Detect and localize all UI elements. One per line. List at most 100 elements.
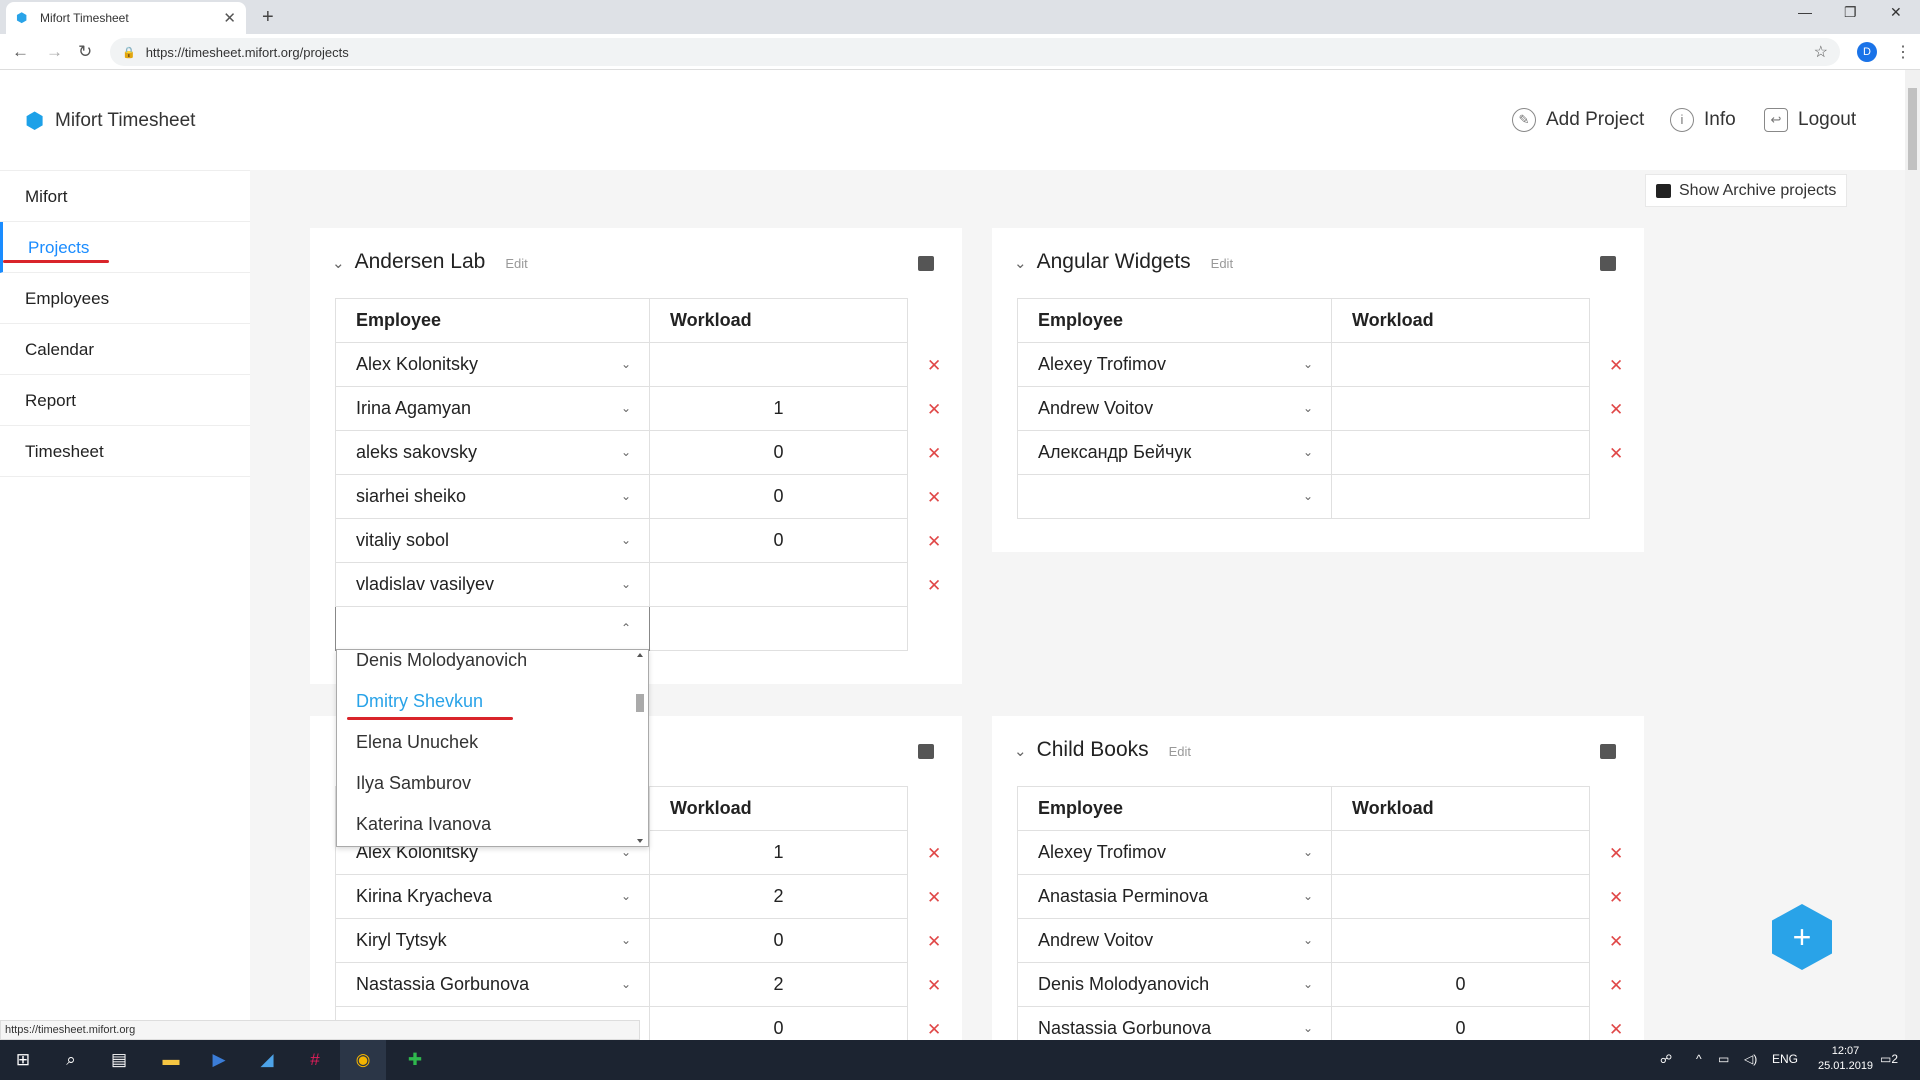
task-view-icon[interactable]: ▤	[96, 1040, 142, 1080]
dropdown-option[interactable]: Denis Molodyanovich	[337, 650, 648, 681]
archive-project-icon[interactable]	[1600, 744, 1616, 759]
remove-employee-icon[interactable]: ✕	[927, 532, 941, 552]
workload-input[interactable]: 1	[649, 386, 908, 431]
employee-select[interactable]: Kirina Kryacheva ⌄	[335, 874, 650, 919]
workload-input[interactable]: 2	[649, 874, 908, 919]
workload-input[interactable]: 0	[1331, 962, 1590, 1007]
file-explorer-icon[interactable]: ▬	[148, 1040, 194, 1080]
workload-input[interactable]	[649, 606, 908, 651]
employee-select[interactable]: Andrew Voitov ⌄	[1017, 918, 1332, 963]
dropdown-option[interactable]: Katerina Ivanova	[337, 804, 648, 845]
back-icon[interactable]: ←	[12, 42, 29, 62]
workload-input[interactable]	[1331, 474, 1590, 519]
browser-tab[interactable]: ⬢ Mifort Timesheet ✕	[6, 2, 246, 34]
new-tab-icon[interactable]: +	[262, 6, 274, 29]
remove-employee-icon[interactable]: ✕	[927, 444, 941, 464]
remove-employee-icon[interactable]: ✕	[927, 488, 941, 508]
remove-employee-icon[interactable]: ✕	[1609, 356, 1623, 376]
remove-employee-icon[interactable]: ✕	[927, 932, 941, 952]
archive-project-icon[interactable]	[1600, 256, 1616, 271]
edit-project-link[interactable]: Edit	[505, 256, 527, 271]
info-button[interactable]: i Info	[1670, 108, 1736, 132]
workload-input[interactable]: 0	[649, 430, 908, 475]
show-archive-button[interactable]: Show Archive projects	[1645, 174, 1848, 207]
dropdown-option[interactable]: Ilya Samburov	[337, 763, 648, 804]
restore-icon[interactable]: ❐	[1844, 4, 1857, 21]
employee-select-open[interactable]: ⌃	[335, 606, 650, 651]
remove-employee-icon[interactable]: ✕	[927, 576, 941, 596]
collapse-chevron-icon[interactable]: ⌄	[1014, 254, 1027, 272]
remove-employee-icon[interactable]: ✕	[1609, 444, 1623, 464]
workload-input[interactable]: 2	[649, 962, 908, 1007]
employee-select[interactable]: vitaliy sobol ⌄	[335, 518, 650, 563]
workload-input[interactable]	[1331, 342, 1590, 387]
workload-input[interactable]	[1331, 830, 1590, 875]
reload-icon[interactable]: ↻	[78, 42, 92, 62]
remove-employee-icon[interactable]: ✕	[927, 356, 941, 376]
remove-employee-icon[interactable]: ✕	[927, 400, 941, 420]
volume-icon[interactable]: ◁)	[1744, 1052, 1757, 1066]
employee-select[interactable]: Irina Agamyan ⌄	[335, 386, 650, 431]
sidebar-item-timesheet[interactable]: Timesheet	[0, 426, 250, 477]
tray-chevron-icon[interactable]: ^	[1696, 1052, 1702, 1066]
close-tab-icon[interactable]: ✕	[223, 9, 236, 27]
sidebar-item-projects[interactable]: Projects	[0, 222, 250, 273]
windows-start-icon[interactable]: ⊞	[0, 1040, 46, 1080]
workload-input[interactable]	[1331, 430, 1590, 475]
sidebar-item-calendar[interactable]: Calendar	[0, 324, 250, 375]
employee-select[interactable]: ⌄	[1017, 474, 1332, 519]
logout-button[interactable]: ↩ Logout	[1764, 108, 1856, 132]
plus-app-icon[interactable]: ✚	[392, 1040, 438, 1080]
employee-select[interactable]: Александр Бейчук ⌄	[1017, 430, 1332, 475]
employee-select[interactable]: Andrew Voitov ⌄	[1017, 386, 1332, 431]
remove-employee-icon[interactable]: ✕	[927, 1020, 941, 1040]
workload-input[interactable]: 0	[649, 918, 908, 963]
employee-select[interactable]: vladislav vasilyev ⌄	[335, 562, 650, 607]
url-bar[interactable]: 🔒 https://timesheet.mifort.org/projects …	[110, 38, 1840, 66]
remove-employee-icon[interactable]: ✕	[1609, 844, 1623, 864]
archive-project-icon[interactable]	[918, 256, 934, 271]
clock[interactable]: 12:07 25.01.2019	[1818, 1044, 1873, 1074]
edit-project-link[interactable]: Edit	[1211, 256, 1233, 271]
archive-project-icon[interactable]	[918, 744, 934, 759]
employee-select[interactable]: Nastassia Gorbunova ⌄	[335, 962, 650, 1007]
chrome-icon[interactable]: ◉	[340, 1040, 386, 1080]
employee-select[interactable]: siarhei sheiko ⌄	[335, 474, 650, 519]
browser-menu-icon[interactable]: ⋮	[1895, 42, 1911, 62]
workload-input[interactable]	[1331, 386, 1590, 431]
remove-employee-icon[interactable]: ✕	[927, 888, 941, 908]
employee-select[interactable]: Anastasia Perminova ⌄	[1017, 874, 1332, 919]
workload-input[interactable]: 0	[649, 518, 908, 563]
profile-avatar[interactable]: D	[1857, 42, 1877, 62]
remove-employee-icon[interactable]: ✕	[1609, 1020, 1623, 1040]
employee-select[interactable]: aleks sakovsky ⌄	[335, 430, 650, 475]
sidebar-item-mifort[interactable]: Mifort	[0, 171, 250, 222]
workload-input[interactable]: 1	[649, 830, 908, 875]
employee-select[interactable]: Alexey Trofimov ⌄	[1017, 342, 1332, 387]
scrollbar-thumb[interactable]	[1908, 88, 1917, 170]
workload-input[interactable]	[649, 562, 908, 607]
notifications-icon[interactable]: ▭2	[1880, 1052, 1898, 1066]
workload-input[interactable]	[1331, 918, 1590, 963]
dropdown-scrollbar[interactable]	[634, 652, 646, 844]
employee-select[interactable]: Alexey Trofimov ⌄	[1017, 830, 1332, 875]
employee-dropdown-list[interactable]: Denis Molodyanovich Dmitry Shevkun Elena…	[336, 649, 649, 847]
remove-employee-icon[interactable]: ✕	[927, 976, 941, 996]
remove-employee-icon[interactable]: ✕	[1609, 932, 1623, 952]
remove-employee-icon[interactable]: ✕	[1609, 400, 1623, 420]
app-logo[interactable]: ⬢ Mifort Timesheet	[25, 110, 195, 132]
search-icon[interactable]: ⌕	[48, 1040, 94, 1080]
sidebar-item-employees[interactable]: Employees	[0, 273, 250, 324]
remove-employee-icon[interactable]: ✕	[927, 844, 941, 864]
minimize-icon[interactable]: —	[1798, 4, 1812, 20]
dropdown-option[interactable]: Elena Unuchek	[337, 722, 648, 763]
collapse-chevron-icon[interactable]: ⌄	[1014, 742, 1027, 760]
powershell-icon[interactable]: ▶	[196, 1040, 242, 1080]
close-window-icon[interactable]: ✕	[1890, 4, 1902, 21]
dropdown-option-highlighted[interactable]: Dmitry Shevkun	[337, 681, 648, 722]
workload-input[interactable]: 0	[649, 474, 908, 519]
employee-select[interactable]: Denis Molodyanovich ⌄	[1017, 962, 1332, 1007]
bookmark-star-icon[interactable]: ☆	[1814, 42, 1828, 62]
employee-select[interactable]: Kiryl Tytsyk ⌄	[335, 918, 650, 963]
add-project-button[interactable]: ✎ Add Project	[1512, 108, 1644, 132]
